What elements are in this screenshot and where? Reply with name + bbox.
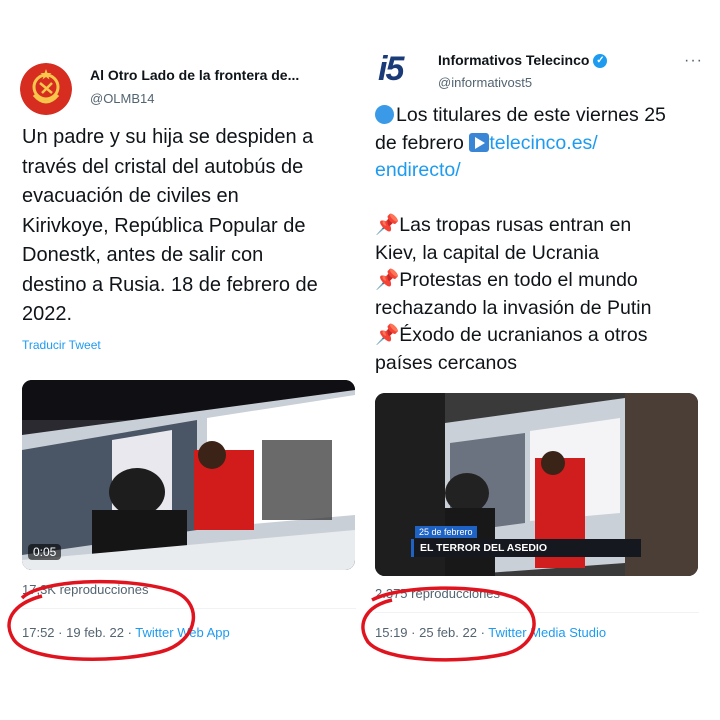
red-annotation-circle xyxy=(7,579,536,662)
